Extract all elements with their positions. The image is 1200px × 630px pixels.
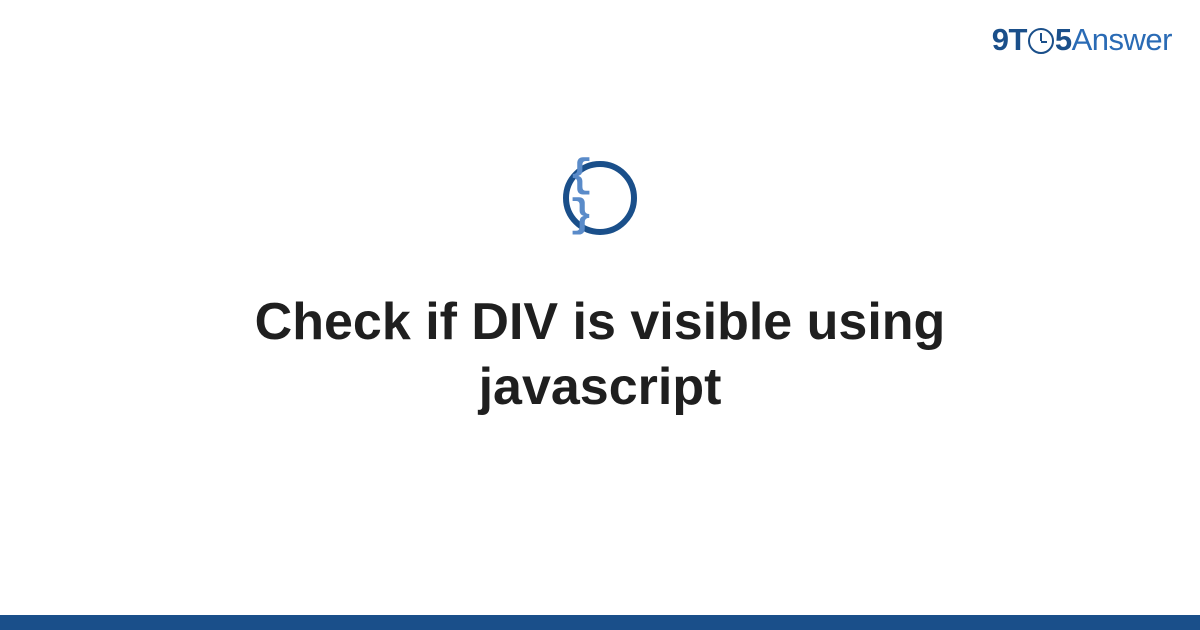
code-braces-icon: { } <box>569 157 631 237</box>
main-content: { } Check if DIV is visible using javasc… <box>0 0 1200 615</box>
footer-accent-bar <box>0 615 1200 630</box>
category-badge: { } <box>563 161 637 235</box>
page-title: Check if DIV is visible using javascript <box>140 290 1060 420</box>
